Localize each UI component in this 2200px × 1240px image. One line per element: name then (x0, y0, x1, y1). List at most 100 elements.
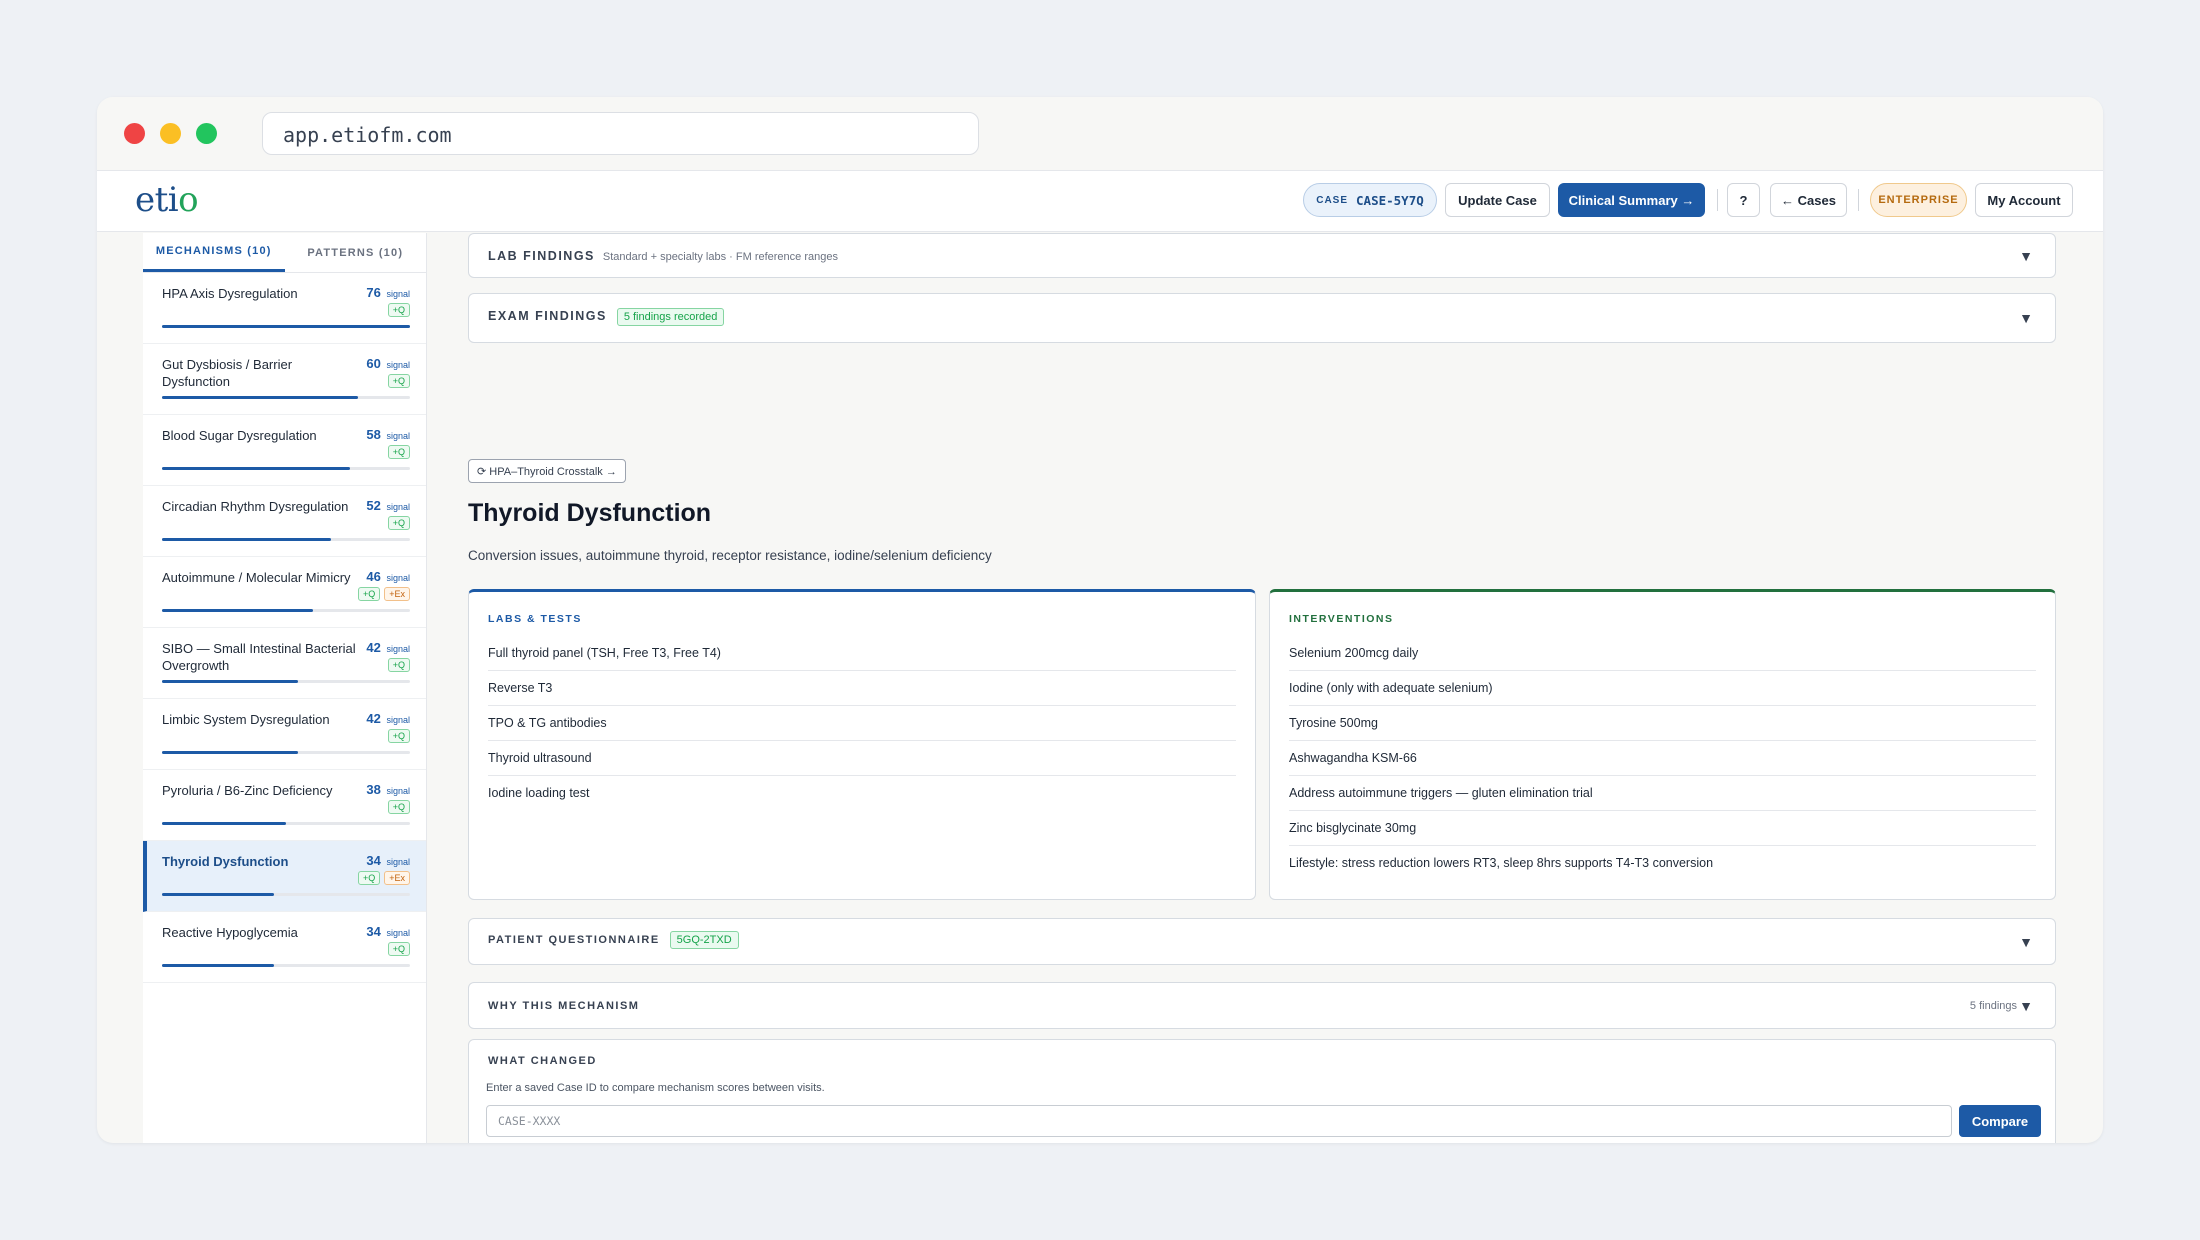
mechanism-score: 52 signal (366, 498, 410, 513)
mechanism-list: HPA Axis Dysregulation 76 signal +Q Gut Dys… (143, 273, 426, 983)
mechanism-tags: +Q (387, 516, 410, 530)
mechanism-name: Autoimmune / Molecular Mimicry (162, 570, 351, 585)
signal-bar (162, 964, 410, 967)
intervention-item: Iodine (only with adequate selenium) (1289, 671, 2036, 706)
intervention-item: Zinc bisglycinate 30mg (1289, 811, 2036, 846)
questionnaire-tag: +Q (387, 374, 410, 388)
labs-list: Full thyroid panel (TSH, Free T3, Free T… (488, 636, 1236, 811)
signal-bar (162, 609, 410, 612)
compare-button[interactable]: Compare (1959, 1105, 2041, 1137)
findings-count-badge: 5 findings recorded (616, 308, 725, 326)
why-mechanism-title: WHY THIS MECHANISM (488, 1000, 640, 1012)
signal-bar-fill (162, 964, 274, 967)
mechanism-item[interactable]: Gut Dysbiosis / Barrier Dysfunction 60 si… (143, 344, 426, 415)
mechanism-item[interactable]: Autoimmune / Molecular Mimicry 46 signal +… (143, 557, 426, 628)
back-to-cases-button[interactable]: ← Cases (1770, 183, 1847, 217)
mechanism-tags: +Q (387, 729, 410, 743)
exam-findings-panel[interactable]: EXAM FINDINGS 5 findings recorded ▼ (468, 293, 2056, 343)
mechanism-sidebar: MECHANISMS (10) PATTERNS (10) HPA Axis D… (143, 233, 427, 1143)
mechanism-name: Thyroid Dysfunction (162, 854, 289, 869)
signal-bar (162, 467, 410, 470)
mechanism-item[interactable]: Reactive Hypoglycemia 34 signal +Q (143, 912, 426, 983)
clinical-summary-button[interactable]: Clinical Summary → (1558, 183, 1705, 217)
signal-bar (162, 538, 410, 541)
mechanism-tags: +Q +Ex (357, 587, 410, 601)
tab-patterns[interactable]: PATTERNS (10) (285, 233, 427, 272)
update-case-button[interactable]: Update Case (1445, 183, 1550, 217)
mechanism-item[interactable]: Limbic System Dysregulation 42 signal +Q (143, 699, 426, 770)
mechanism-description: Conversion issues, autoimmune thyroid, r… (468, 548, 992, 563)
my-account-button[interactable]: My Account (1975, 183, 2073, 217)
compare-case-input[interactable]: CASE-XXXX (486, 1105, 1952, 1137)
enterprise-badge: ENTERPRISE (1870, 183, 1967, 217)
mechanism-score: 42 signal (366, 640, 410, 655)
divider (1858, 189, 1859, 211)
minimize-window-dot[interactable] (160, 123, 181, 144)
etio-logo[interactable]: etio (135, 180, 199, 220)
chevron-down-icon[interactable]: ▼ (2019, 248, 2033, 264)
mechanism-item[interactable]: Pyroluria / B6-Zinc Deficiency 38 signal +… (143, 770, 426, 841)
mechanism-name: Gut Dysbiosis / Barrier Dysfunction (162, 357, 293, 389)
case-label: CASE (1316, 194, 1349, 206)
mechanism-tags: +Q (387, 658, 410, 672)
mechanism-item[interactable]: SIBO — Small Intestinal Bacterial Overgr… (143, 628, 426, 699)
lab-test-item: TPO & TG antibodies (488, 706, 1236, 741)
mechanism-tags: +Q (387, 303, 410, 317)
maximize-window-dot[interactable] (196, 123, 217, 144)
signal-bar-fill (162, 680, 299, 683)
mechanism-score: 38 signal (366, 782, 410, 797)
browser-window: app.etiofm.com etio CASE CASE-5Y7Q Updat… (97, 97, 2103, 1143)
questionnaire-tag: +Q (387, 303, 410, 317)
mechanism-score: 76 signal (366, 285, 410, 300)
signal-bar-fill (162, 467, 351, 470)
mechanism-item[interactable]: Circadian Rhythm Dysregulation 52 signal +… (143, 486, 426, 557)
signal-bar-fill (162, 822, 286, 825)
questionnaire-id-badge: 5GQ-2TXD (669, 931, 739, 949)
url-bar[interactable]: app.etiofm.com (262, 112, 979, 155)
lab-findings-panel[interactable]: LAB FINDINGS Standard + specialty labs · … (468, 233, 2056, 278)
interventions-list: Selenium 200mcg daily Iodine (only with a… (1289, 636, 2036, 881)
chevron-down-icon[interactable]: ▼ (2019, 998, 2033, 1014)
questionnaire-tag: +Q (387, 729, 410, 743)
lab-findings-title: LAB FINDINGS Standard + specialty labs · … (488, 249, 838, 263)
mechanism-tags: +Q (387, 445, 410, 459)
mechanism-score: 34 signal (366, 853, 410, 868)
close-window-dot[interactable] (124, 123, 145, 144)
tab-mechanisms[interactable]: MECHANISMS (10) (143, 233, 285, 272)
questionnaire-tag: +Q (357, 587, 381, 601)
mechanism-tags: +Q (387, 374, 410, 388)
crosstalk-link[interactable]: ⟳ HPA–Thyroid Crosstalk → (468, 459, 626, 483)
chevron-down-icon[interactable]: ▼ (2019, 310, 2033, 326)
questionnaire-tag: +Q (387, 658, 410, 672)
signal-bar (162, 822, 410, 825)
mechanism-name: Limbic System Dysregulation (162, 712, 330, 727)
signal-bar-fill (162, 325, 410, 328)
mechanism-name: Reactive Hypoglycemia (162, 925, 298, 940)
questionnaire-tag: +Q (387, 800, 410, 814)
why-findings-count: 5 findings (1969, 1000, 2017, 1012)
why-mechanism-panel[interactable]: WHY THIS MECHANISM 5 findings ▼ (468, 982, 2056, 1029)
signal-bar-fill (162, 538, 331, 541)
exam-tag: +Ex (384, 871, 410, 885)
help-button[interactable]: ? (1727, 183, 1760, 217)
patient-questionnaire-panel[interactable]: PATIENT QUESTIONNAIRE 5GQ-2TXD ▼ (468, 918, 2056, 965)
exam-findings-title: EXAM FINDINGS 5 findings recorded (488, 308, 725, 326)
signal-bar (162, 325, 410, 328)
mechanism-item[interactable]: HPA Axis Dysregulation 76 signal +Q (143, 273, 426, 344)
signal-bar-fill (162, 751, 299, 754)
mechanism-item[interactable]: Thyroid Dysfunction 34 signal +Q +Ex (143, 841, 426, 912)
intervention-item: Selenium 200mcg daily (1289, 636, 2036, 671)
mechanism-score: 34 signal (366, 924, 410, 939)
case-id-pill[interactable]: CASE CASE-5Y7Q (1303, 183, 1437, 217)
what-changed-hint: Enter a saved Case ID to compare mechani… (486, 1082, 825, 1094)
mechanism-score: 58 signal (366, 427, 410, 442)
signal-bar-fill (162, 396, 358, 399)
questionnaire-tag: +Q (357, 871, 381, 885)
questionnaire-tag: +Q (387, 516, 410, 530)
mechanism-tags: +Q (387, 942, 410, 956)
chevron-down-icon[interactable]: ▼ (2019, 934, 2033, 950)
signal-bar (162, 893, 410, 896)
mechanism-item[interactable]: Blood Sugar Dysregulation 58 signal +Q (143, 415, 426, 486)
questionnaire-tag: +Q (387, 942, 410, 956)
mechanism-title: Thyroid Dysfunction (468, 499, 712, 527)
